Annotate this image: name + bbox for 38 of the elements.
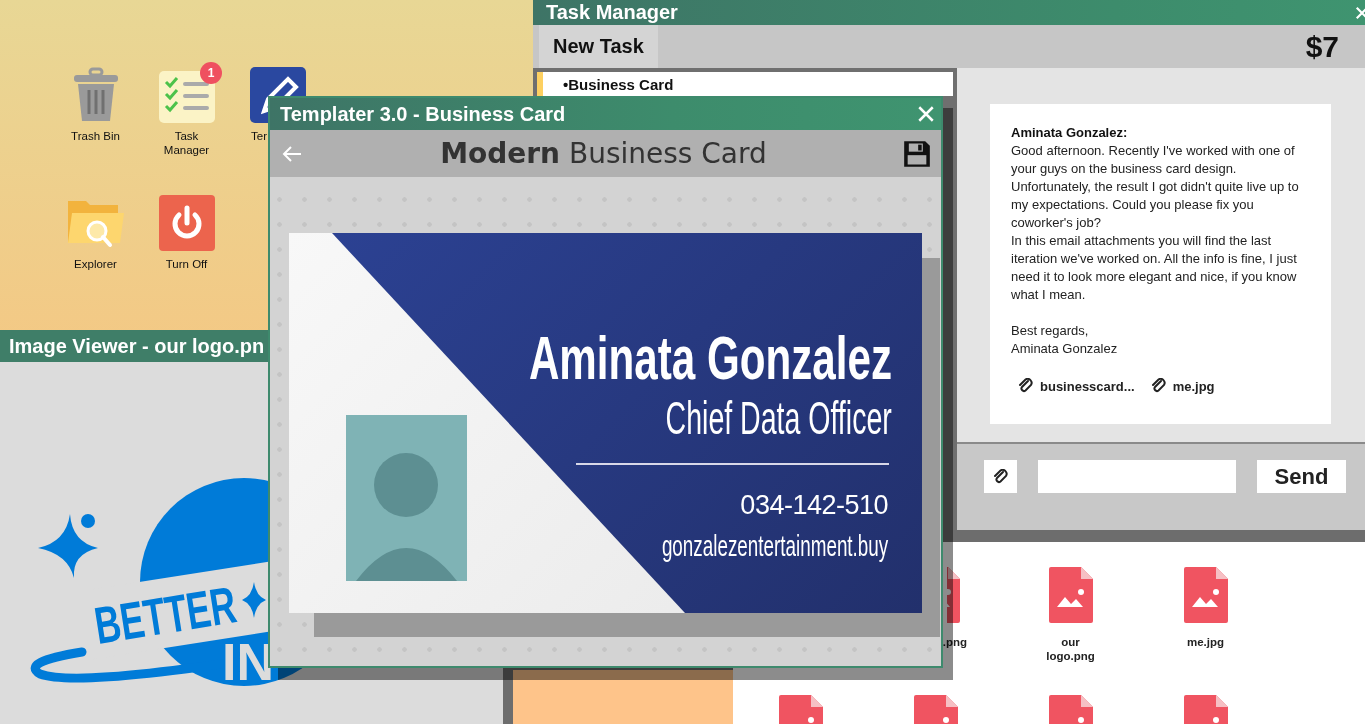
file-name[interactable]: me.jpg — [1173, 635, 1238, 649]
paperclip-icon — [1018, 378, 1034, 394]
attachment-link[interactable]: businesscard... — [1018, 378, 1135, 394]
image-file-icon[interactable] — [947, 567, 960, 623]
email-paragraph: In this email attachments you will find the last iteration we've worked on. All the info is fine, I just need it to look more elegant and nice, if you know what I mean. — [1011, 232, 1298, 304]
window-title: Task Manager — [546, 1, 678, 24]
template-heading: Modern Business Card — [440, 137, 767, 170]
paperclip-icon — [1150, 378, 1167, 394]
card-name[interactable]: Aminata Gonzalez — [528, 323, 892, 393]
message-input-field[interactable] — [1038, 460, 1236, 493]
card-job-title[interactable]: Chief Data Officer — [665, 393, 892, 443]
save-icon[interactable] — [903, 139, 931, 168]
email-paragraph: Good afternoon. Recently I've worked with one of your guys on the business card design. Unfortunately, the result I got didn't quite live up to my expectations. Could you please fix you coworker's job? — [1011, 142, 1300, 232]
card-phone[interactable]: 034-142-510 — [740, 487, 888, 523]
desktop-icon-label[interactable]: Task Manager — [151, 129, 222, 157]
send-button[interactable]: Send — [1257, 460, 1346, 493]
window-title: Templater 3.0 - Business Card — [280, 102, 566, 126]
close-icon[interactable] — [917, 105, 935, 123]
power-icon[interactable] — [158, 195, 215, 251]
window-title: Image Viewer - our logo.pn — [9, 334, 265, 358]
new-task-button[interactable]: New Task — [539, 25, 658, 68]
file-name[interactable]: our logo.png — [1038, 635, 1103, 663]
email-signoff: Aminata Gonzalez — [1011, 340, 1119, 358]
desktop-icon-label[interactable]: Explorer — [60, 257, 131, 271]
notification-badge: 1 — [200, 62, 222, 84]
card-website[interactable]: gonzalezentertainment.buy — [661, 529, 888, 563]
close-icon[interactable] — [1355, 5, 1365, 20]
attachment-link[interactable]: me.jpg — [1150, 378, 1215, 394]
file-name[interactable]: .png — [942, 635, 967, 649]
desktop-icon-label[interactable]: Trash Bin — [60, 129, 131, 143]
attach-button[interactable] — [984, 460, 1017, 493]
balance-amount: $7 — [1305, 29, 1339, 64]
paperclip-icon — [992, 468, 1009, 485]
task-item[interactable]: •Business Card — [537, 72, 953, 96]
email-sender: Aminata Gonzalez: — [1011, 124, 1129, 142]
email-signoff: Best regards, — [1011, 322, 1090, 340]
desktop-icon-label[interactable]: Ter — [251, 129, 267, 143]
desktop-icon-label[interactable]: Turn Off — [151, 257, 222, 271]
